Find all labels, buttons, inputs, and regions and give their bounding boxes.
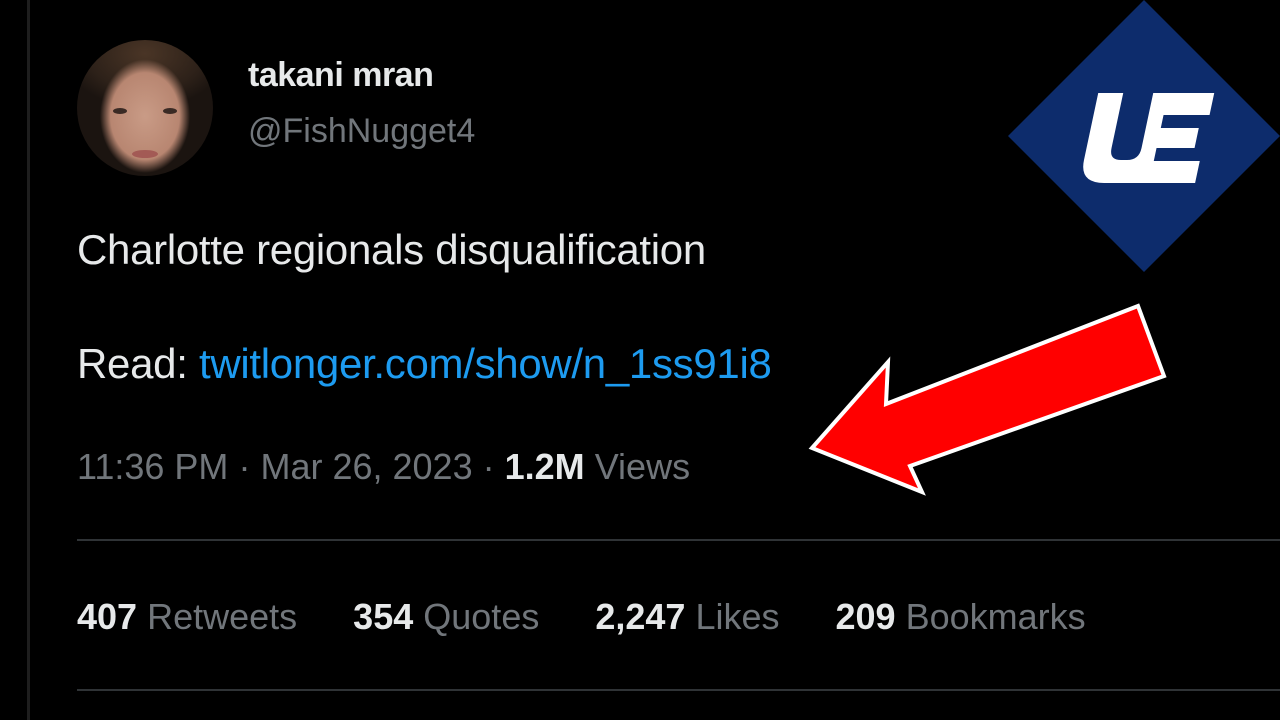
stat-label: Retweets	[147, 596, 298, 637]
logo-e-top-bar	[1151, 93, 1215, 115]
tweet-date[interactable]: Mar 26, 2023	[260, 446, 472, 487]
stat-bookmarks[interactable]: 209 Bookmarks	[836, 596, 1086, 638]
divider-top	[77, 539, 1280, 541]
tweet-meta: 11:36 PM · Mar 26, 2023 · 1.2M Views	[77, 446, 690, 488]
stat-label: Bookmarks	[905, 596, 1086, 637]
stat-quotes[interactable]: 354 Quotes	[353, 596, 539, 638]
meta-separator: ·	[482, 446, 495, 487]
left-border	[27, 0, 30, 720]
red-arrow	[808, 303, 1167, 496]
arrow-shape	[808, 303, 1167, 496]
stat-count: 354	[353, 596, 414, 637]
tweet-text: Charlotte regionals disqualification	[77, 226, 706, 273]
ue-logo	[1008, 0, 1280, 272]
stat-likes[interactable]: 2,247 Likes	[595, 596, 779, 638]
author-display-name[interactable]: takani mran	[248, 56, 434, 95]
stat-count: 2,247	[595, 596, 686, 637]
tweet-time[interactable]: 11:36 PM	[77, 446, 228, 487]
avatar[interactable]	[77, 40, 213, 176]
logo-diamond	[1008, 0, 1280, 272]
meta-separator: ·	[238, 446, 251, 487]
avatar-eye-right	[163, 108, 177, 114]
engagement-stats: 407 Retweets 354 Quotes 2,247 Likes 209 …	[77, 596, 1142, 638]
views-count: 1.2M	[504, 446, 585, 487]
stat-label: Quotes	[423, 596, 540, 637]
divider-bottom	[77, 689, 1280, 691]
stat-label: Likes	[695, 596, 780, 637]
tweet-link[interactable]: twitlonger.com/show/n_1ss91i8	[199, 340, 772, 387]
logo-e-middle-bar	[1148, 128, 1199, 148]
author-handle[interactable]: @FishNugget4	[248, 112, 475, 151]
tweet-read-line: Read: twitlonger.com/show/n_1ss91i8	[77, 340, 772, 388]
logo-e-bottom-bar	[1137, 161, 1200, 183]
stat-count: 407	[77, 596, 138, 637]
avatar-eye-left	[113, 108, 127, 114]
read-prefix: Read:	[77, 340, 188, 387]
stat-retweets[interactable]: 407 Retweets	[77, 596, 297, 638]
stat-count: 209	[835, 596, 896, 637]
avatar-mouth	[132, 150, 158, 158]
views-label: Views	[594, 446, 691, 487]
